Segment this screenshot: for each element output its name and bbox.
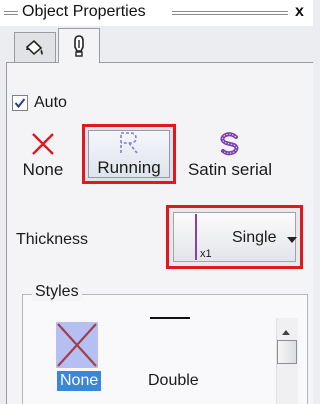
title-grip-left [4,11,18,15]
stitch-running-button[interactable]: Running [82,124,176,184]
x-mark-icon [57,323,97,367]
checkmark-icon [14,98,26,109]
style-double-sample[interactable] [150,317,190,319]
scroll-thumb[interactable] [277,340,297,364]
tab-fill[interactable] [14,32,56,62]
thickness-sample-icon: x1 [194,214,214,260]
auto-option[interactable]: Auto [12,94,67,112]
auto-label: Auto [34,94,67,111]
thickness-value: Single [232,229,277,246]
scroll-up-icon[interactable] [282,330,290,335]
thickness-label: Thickness [16,231,89,248]
satin-serial-icon [220,132,239,156]
panel-title: Object Properties [22,3,146,20]
style-double-label[interactable]: Double [148,372,199,390]
chevron-down-icon[interactable] [287,237,297,243]
stitch-none-label: None [22,160,64,179]
x-mark-icon [32,133,54,155]
close-icon[interactable]: x [295,3,304,21]
style-none-label[interactable]: None [57,371,102,391]
auto-checkbox[interactable] [12,95,28,111]
thickness-multiplier: x1 [200,248,212,260]
fill-bucket-icon [25,39,43,55]
title-grip-right [172,11,288,15]
tab-outline[interactable] [58,28,100,63]
stitch-running-label: Running [97,158,161,177]
pen-nib-icon [74,35,84,57]
styles-legend: Styles [32,283,82,301]
panel-titlebar: Object Properties x [0,0,313,26]
stitch-none-button[interactable]: None [12,132,74,180]
stitch-satin-serial-label: Satin serial [187,160,273,179]
running-stitch-icon [120,132,138,154]
style-none-swatch[interactable] [56,322,98,368]
stitch-satin-serial-button[interactable]: Satin serial [176,132,284,180]
